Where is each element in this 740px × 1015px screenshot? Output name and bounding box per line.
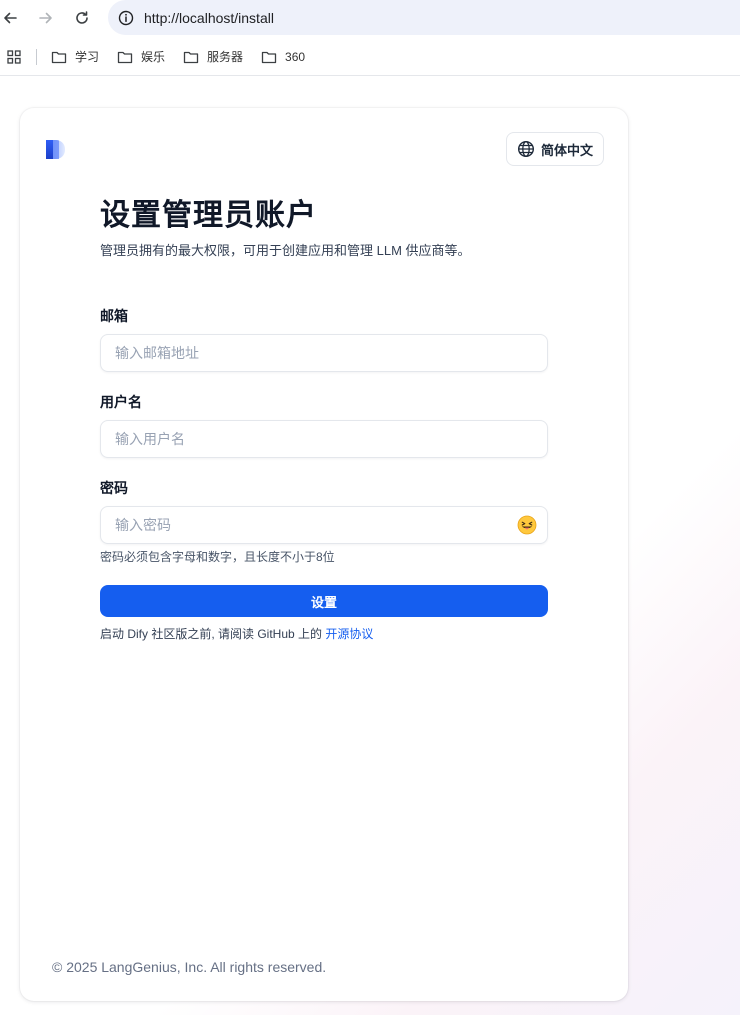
email-input[interactable]: [115, 345, 533, 361]
bookmark-folder[interactable]: 服务器: [183, 48, 243, 65]
password-hint: 密码必须包含字母和数字，且长度不小于8位: [100, 550, 335, 564]
install-card: 简体中文 设置管理员账户 管理员拥有的最大权限，可用于创建应用和管理 LLM 供…: [20, 108, 628, 1001]
reload-button[interactable]: [68, 4, 96, 32]
folder-icon: [51, 51, 67, 63]
folder-icon: [117, 51, 133, 63]
back-button[interactable]: [0, 4, 24, 32]
open-source-license-link[interactable]: 开源协议: [325, 627, 373, 641]
site-info-icon[interactable]: [118, 10, 134, 26]
language-switcher-button[interactable]: 简体中文: [506, 132, 604, 166]
folder-icon: [183, 51, 199, 63]
language-label: 简体中文: [540, 142, 593, 158]
copyright-footer: © 2025 LangGenius, Inc. All rights reser…: [52, 959, 327, 975]
username-field-wrapper[interactable]: [100, 420, 548, 458]
bookmark-label: 娱乐: [141, 50, 166, 64]
bookmarks-bar: 学习 娱乐 服务器 360: [0, 38, 740, 76]
email-field-wrapper[interactable]: [100, 334, 548, 372]
bookmark-label: 学习: [75, 50, 100, 64]
bookmark-label: 360: [285, 49, 306, 64]
browser-toolbar: http://localhost/install: [0, 0, 740, 36]
globe-icon: [517, 140, 534, 158]
password-field-wrapper[interactable]: [100, 506, 548, 544]
reload-icon: [76, 11, 88, 24]
username-input[interactable]: [115, 431, 533, 447]
page-background: 简体中文 设置管理员账户 管理员拥有的最大权限，可用于创建应用和管理 LLM 供…: [0, 77, 740, 1015]
dify-logo-icon: [45, 139, 67, 166]
bookmark-folder[interactable]: 娱乐: [117, 48, 165, 65]
forward-button[interactable]: [32, 4, 60, 32]
page-subtitle: 管理员拥有的最大权限，可用于创建应用和管理 LLM 供应商等。: [100, 243, 471, 258]
page-title: 设置管理员账户: [100, 199, 317, 232]
apps-grid-icon[interactable]: [6, 49, 22, 65]
address-bar[interactable]: http://localhost/install: [108, 0, 740, 35]
password-input[interactable]: [115, 517, 533, 533]
email-label: 邮箱: [100, 308, 128, 324]
bookmark-folder[interactable]: 360: [261, 50, 305, 64]
show-password-icon[interactable]: [517, 515, 537, 535]
bookmark-folder[interactable]: 学习: [51, 48, 99, 65]
password-label: 密码: [100, 480, 128, 496]
folder-icon: [261, 51, 277, 63]
license-notice-text: 启动 Dify 社区版之前, 请阅读 GitHub 上的: [100, 627, 326, 641]
license-notice: 启动 Dify 社区版之前, 请阅读 GitHub 上的 开源协议: [100, 625, 548, 642]
arrow-right-icon: [39, 12, 52, 24]
arrow-left-icon: [4, 12, 17, 24]
url-text[interactable]: http://localhost/install: [144, 10, 274, 26]
username-label: 用户名: [100, 394, 142, 410]
bookmarks-divider: [36, 48, 37, 65]
setup-submit-button[interactable]: 设置: [100, 585, 548, 617]
bookmark-label: 服务器: [207, 50, 244, 64]
admin-setup-form: 设置管理员账户 管理员拥有的最大权限，可用于创建应用和管理 LLM 供应商等。 …: [100, 198, 548, 642]
